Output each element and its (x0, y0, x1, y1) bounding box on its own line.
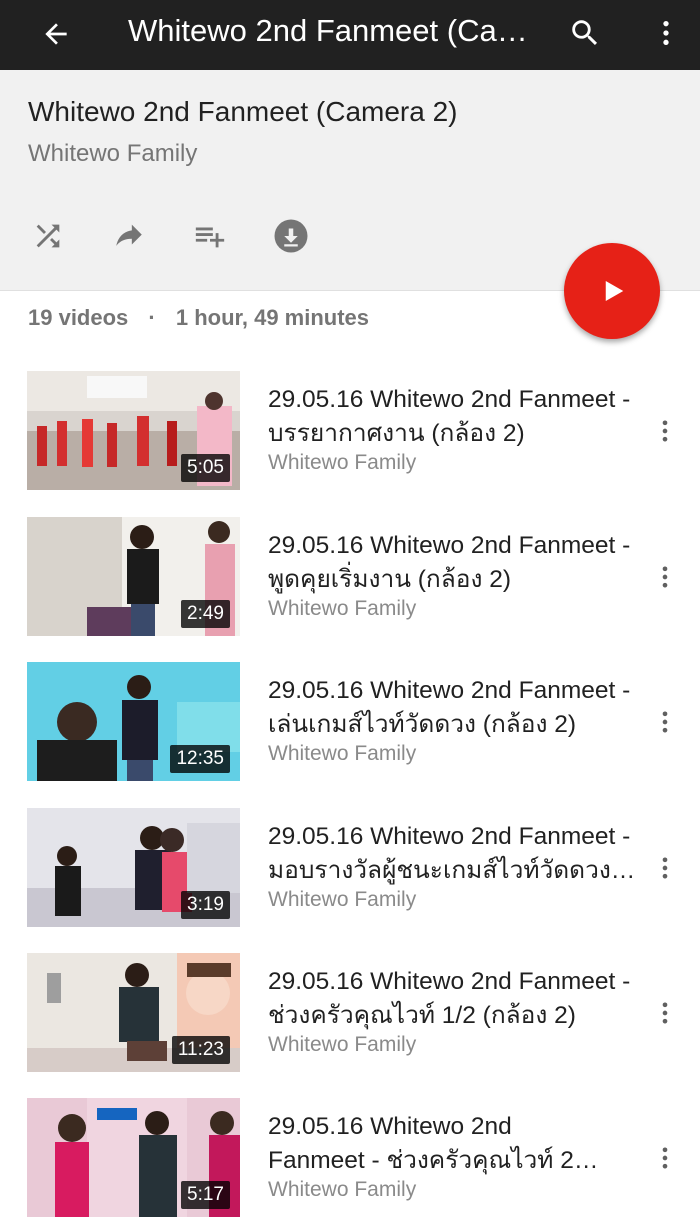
playlist-channel[interactable]: Whitewo Family (28, 140, 197, 168)
video-thumbnail[interactable]: 5:17 (27, 1098, 240, 1217)
more-vert-icon[interactable] (650, 995, 680, 1031)
more-vert-icon[interactable] (650, 413, 680, 449)
video-title[interactable]: 29.05.16 Whitewo 2nd Fanmeet - ช่วงครัวค… (268, 1110, 648, 1178)
more-vert-icon[interactable] (650, 850, 680, 886)
video-channel: Whitewo Family (268, 1033, 417, 1056)
video-duration: 5:05 (181, 454, 230, 482)
video-count: 19 videos (28, 305, 129, 330)
video-title[interactable]: 29.05.16 Whitewo 2nd Fanmeet - บรรยากาศง… (268, 383, 648, 451)
video-duration: 3:19 (181, 891, 230, 919)
video-thumbnail[interactable]: 12:35 (27, 662, 240, 781)
list-item[interactable]: 5:05 29.05.16 Whitewo 2nd Fanmeet - บรรย… (0, 371, 700, 491)
video-title[interactable]: 29.05.16 Whitewo 2nd Fanmeet - พูดคุยเริ… (268, 529, 648, 597)
playlist-actions (0, 216, 400, 256)
play-all-button[interactable] (564, 243, 660, 339)
share-icon[interactable] (107, 216, 151, 256)
video-thumbnail[interactable]: 11:23 (27, 953, 240, 1072)
playlist-title: Whitewo 2nd Fanmeet (Camera 2) (28, 96, 458, 127)
video-thumbnail[interactable]: 5:05 (27, 371, 240, 490)
video-duration: 11:23 (171, 1036, 230, 1064)
video-duration: 5:17 (181, 1181, 230, 1209)
video-channel: Whitewo Family (268, 451, 417, 474)
more-vert-icon[interactable] (650, 559, 680, 595)
search-icon[interactable] (562, 10, 608, 56)
video-channel: Whitewo Family (268, 1178, 417, 1201)
video-duration: 2:49 (181, 600, 230, 628)
video-title[interactable]: 29.05.16 Whitewo 2nd Fanmeet - มอบรางวัล… (268, 820, 648, 888)
download-icon[interactable] (269, 216, 313, 256)
list-item[interactable]: 3:19 29.05.16 Whitewo 2nd Fanmeet - มอบร… (0, 808, 700, 928)
video-duration: 12:35 (170, 745, 230, 773)
more-vert-icon[interactable] (646, 10, 686, 56)
separator-dot: · (148, 305, 156, 330)
video-channel: Whitewo Family (268, 888, 417, 911)
playlist-duration: 1 hour, 49 minutes (175, 305, 370, 330)
shuffle-icon[interactable] (26, 216, 70, 256)
video-thumbnail[interactable]: 3:19 (27, 808, 240, 927)
video-channel: Whitewo Family (268, 597, 417, 620)
video-title[interactable]: 29.05.16 Whitewo 2nd Fanmeet - เล่นเกมส์… (268, 674, 648, 742)
app-bar-title: Whitewo 2nd Fanmeet (Ca… (128, 13, 528, 48)
app-bar: Whitewo 2nd Fanmeet (Ca… (0, 0, 700, 70)
playlist-summary: 19 videos · 1 hour, 49 minutes (28, 305, 369, 331)
video-thumbnail[interactable]: 2:49 (27, 517, 240, 636)
list-item[interactable]: 12:35 29.05.16 Whitewo 2nd Fanmeet - เล่… (0, 662, 700, 782)
list-item[interactable]: 2:49 29.05.16 Whitewo 2nd Fanmeet - พูดค… (0, 517, 700, 637)
more-vert-icon[interactable] (650, 704, 680, 740)
more-vert-icon[interactable] (650, 1140, 680, 1176)
video-title[interactable]: 29.05.16 Whitewo 2nd Fanmeet - ช่วงครัวค… (268, 965, 648, 1033)
arrow-back-icon[interactable] (34, 12, 78, 56)
video-channel: Whitewo Family (268, 742, 417, 765)
playlist-add-icon[interactable] (188, 216, 232, 256)
play-icon (605, 281, 624, 301)
list-item[interactable]: 5:17 29.05.16 Whitewo 2nd Fanmeet - ช่วง… (0, 1098, 700, 1218)
list-item[interactable]: 11:23 29.05.16 Whitewo 2nd Fanmeet - ช่ว… (0, 953, 700, 1073)
